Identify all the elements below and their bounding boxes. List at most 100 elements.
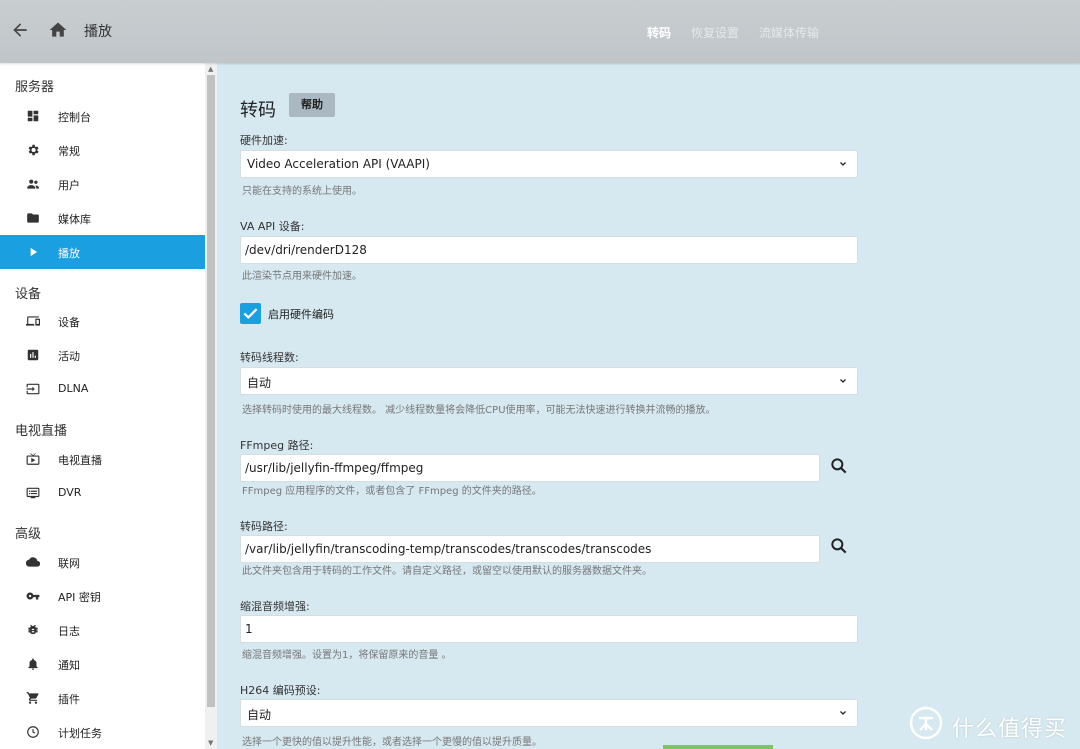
sidebar-item-label: 通知	[58, 659, 80, 672]
bell-icon	[28, 658, 38, 670]
ffmpeg-path-value: /usr/lib/jellyfin-ffmpeg/ffmpeg	[245, 461, 424, 475]
ffmpeg-path-input[interactable]: /usr/lib/jellyfin-ffmpeg/ffmpeg	[240, 454, 820, 482]
help-button[interactable]: 帮助	[289, 93, 335, 117]
checkmark-icon	[243, 308, 258, 320]
sidebar-item-users[interactable]: 用户	[0, 167, 205, 201]
sidebar-item-playback[interactable]: 播放	[0, 235, 205, 269]
chevron-down-icon	[840, 711, 846, 715]
sidebar-item-networking[interactable]: 联网	[0, 545, 205, 579]
scrollbar-thumb[interactable]	[207, 75, 215, 707]
scroll-down-icon[interactable]: ▼	[208, 739, 213, 747]
search-icon[interactable]	[829, 536, 849, 556]
devices-icon	[26, 316, 40, 326]
sidebar-item-dashboard[interactable]: 控制台	[0, 99, 205, 133]
section-title-livetv: 电视直播	[15, 424, 68, 439]
h264-preset-label: H264 编码预设:	[240, 684, 321, 697]
threads-select[interactable]: 自动	[240, 367, 858, 395]
sidebar-item-label: 插件	[58, 693, 80, 706]
vaapi-device-hint: 此渲染节点用来硬件加速。	[242, 271, 362, 282]
sidebar-item-activity[interactable]: 活动	[0, 338, 205, 372]
vaapi-device-input[interactable]: /dev/dri/renderD128	[240, 236, 858, 264]
sidebar-item-api-keys[interactable]: API 密钥	[0, 579, 205, 613]
watermark: 什么值得买	[908, 705, 1078, 745]
cloud-icon	[26, 557, 40, 567]
tab-resume[interactable]: 恢复设置	[691, 24, 739, 41]
ffmpeg-path-label: FFmpeg 路径:	[240, 439, 314, 452]
hw-accel-label: 硬件加速:	[240, 134, 288, 147]
downmix-hint: 缩混音频增强。设置为1，将保留原来的音量 。	[242, 650, 452, 661]
sidebar-item-dvr[interactable]: DVR	[0, 476, 205, 510]
sidebar-item-label: 日志	[58, 625, 80, 638]
home-icon[interactable]	[48, 20, 68, 40]
dashboard-icon	[27, 110, 39, 122]
section-title-server: 服务器	[15, 80, 55, 95]
sidebar-item-label: 播放	[58, 247, 80, 260]
transcode-path-hint: 此文件夹包含用于转码的工作文件。请自定义路径，或留空以使用默认的服务器数据文件夹…	[242, 566, 652, 577]
key-icon	[26, 592, 40, 600]
hw-accel-select[interactable]: Video Acceleration API (VAAPI)	[240, 150, 858, 178]
sidebar-item-label: 控制台	[58, 111, 91, 124]
sidebar-item-library[interactable]: 媒体库	[0, 201, 205, 235]
activity-icon	[27, 349, 39, 361]
h264-preset-select[interactable]: 自动	[240, 699, 858, 727]
sidebar-item-label: DLNA	[58, 382, 89, 395]
sidebar-item-label: 常规	[58, 145, 80, 158]
hw-encoding-checkbox[interactable]	[240, 303, 261, 324]
sidebar-item-label: 媒体库	[58, 213, 91, 226]
tab-streaming[interactable]: 流媒体传输	[759, 24, 819, 41]
section-title-devices: 设备	[15, 287, 42, 302]
play-icon	[30, 247, 38, 257]
gear-icon	[28, 144, 39, 156]
live-tv-icon	[26, 453, 40, 465]
threads-label: 转码线程数:	[240, 351, 299, 364]
transcode-path-value: /var/lib/jellyfin/transcoding-temp/trans…	[245, 542, 652, 556]
chevron-down-icon	[840, 162, 846, 166]
sidebar-item-logs[interactable]: 日志	[0, 613, 205, 647]
sidebar-item-dlna[interactable]: DLNA	[0, 372, 205, 406]
transcode-path-label: 转码路径:	[240, 520, 288, 533]
header-tabs: 转码 恢复设置 流媒体传输	[647, 24, 819, 41]
watermark-logo-icon	[909, 706, 943, 740]
main-content: 转码 帮助 硬件加速: Video Acceleration API (VAAP…	[217, 63, 1080, 749]
scroll-up-icon[interactable]: ▲	[208, 65, 213, 73]
sidebar-item-label: 计划任务	[58, 727, 102, 740]
sidebar: 服务器 控制台 常规 用户 媒体库 播放 设备 设备 活动 DLNA 电视直播 …	[0, 63, 205, 749]
sidebar-item-general[interactable]: 常规	[0, 133, 205, 167]
sidebar-item-livetv[interactable]: 电视直播	[0, 442, 205, 476]
vaapi-device-value: /dev/dri/renderD128	[245, 243, 367, 257]
threads-hint: 选择转码时使用的最大线程数。 减少线程数量将会降低CPU使用率，可能无法快速进行…	[242, 405, 716, 416]
sidebar-item-label: API 密钥	[58, 591, 101, 604]
section-title-advanced: 高级	[15, 527, 42, 542]
sidebar-item-label: 设备	[58, 316, 80, 329]
sidebar-item-label: 用户	[58, 179, 80, 192]
hw-encoding-label: 启用硬件编码	[268, 308, 334, 321]
sidebar-item-devices[interactable]: 设备	[0, 304, 205, 338]
dvr-icon	[26, 487, 40, 499]
ffmpeg-path-hint: FFmpeg 应用程序的文件，或者包含了 FFmpeg 的文件夹的路径。	[242, 486, 542, 497]
sidebar-item-notifications[interactable]: 通知	[0, 647, 205, 681]
input-icon	[26, 383, 40, 395]
clock-icon	[27, 726, 39, 738]
green-strip	[663, 745, 773, 749]
tab-transcoding[interactable]: 转码	[647, 24, 671, 41]
section-heading: 转码	[240, 100, 276, 121]
hw-accel-hint: 只能在支持的系统上使用。	[242, 186, 362, 197]
bug-icon	[28, 624, 38, 635]
people-icon	[27, 179, 39, 189]
hw-accel-value: Video Acceleration API (VAAPI)	[247, 157, 430, 171]
sidebar-item-label: 联网	[58, 557, 80, 570]
transcode-path-input[interactable]: /var/lib/jellyfin/transcoding-temp/trans…	[240, 535, 820, 563]
downmix-label: 缩混音频增强:	[240, 600, 310, 613]
chevron-down-icon	[840, 379, 846, 383]
downmix-input[interactable]: 1	[240, 615, 858, 643]
sidebar-item-label: 活动	[58, 350, 80, 363]
search-icon[interactable]	[829, 456, 849, 476]
back-arrow-icon[interactable]	[10, 20, 30, 40]
sidebar-item-plugins[interactable]: 插件	[0, 681, 205, 715]
threads-value: 自动	[247, 376, 272, 390]
sidebar-scrollbar[interactable]: ▲ ▼	[205, 63, 217, 749]
sidebar-item-label: 电视直播	[58, 454, 102, 467]
downmix-value: 1	[245, 622, 253, 636]
sidebar-item-scheduled-tasks[interactable]: 计划任务	[0, 715, 205, 749]
folder-icon	[27, 213, 39, 223]
